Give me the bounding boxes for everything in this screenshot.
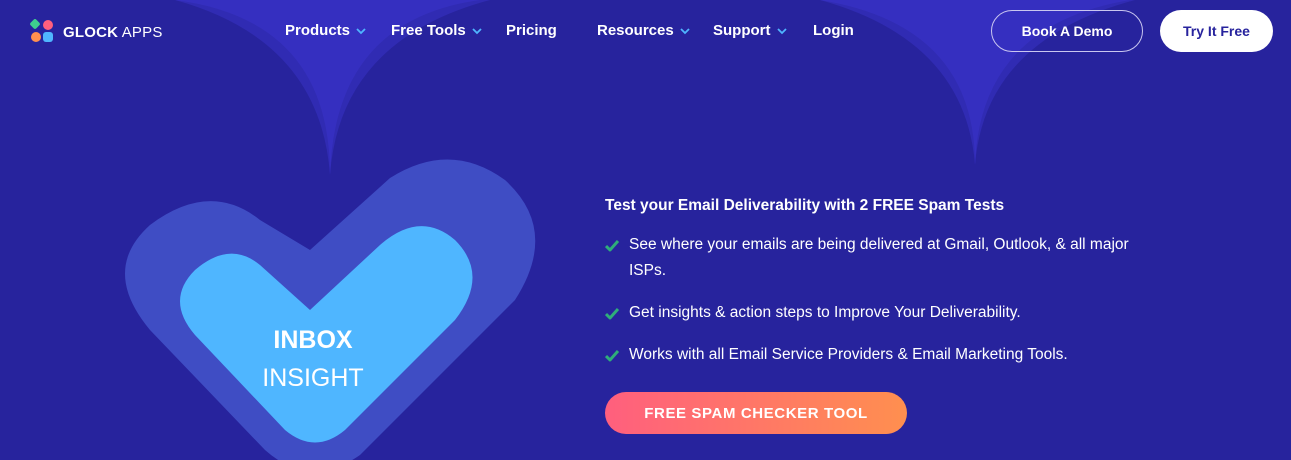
nav-pricing[interactable]: Pricing bbox=[506, 22, 557, 39]
brand-name-light: APPS bbox=[118, 23, 163, 41]
feature-text: See where your emails are being delivere… bbox=[629, 236, 1129, 279]
feature-item: Works with all Email Service Providers &… bbox=[605, 342, 1068, 368]
nav-resources[interactable]: Resources bbox=[597, 22, 690, 39]
nav-login-label: Login bbox=[813, 22, 854, 39]
nav-free-tools[interactable]: Free Tools bbox=[391, 22, 482, 39]
chevron-down-icon bbox=[356, 27, 366, 34]
nav-free-tools-label: Free Tools bbox=[391, 22, 466, 39]
nav-support-label: Support bbox=[713, 22, 771, 39]
background-shapes bbox=[125, 0, 1135, 460]
free-spam-checker-button[interactable]: FREE SPAM CHECKER TOOL bbox=[605, 392, 907, 434]
logo-icon bbox=[29, 18, 55, 44]
brand-name: GLOCK APPS bbox=[63, 24, 163, 41]
feature-text: Get insights & action steps to Improve Y… bbox=[629, 304, 1021, 321]
book-demo-button[interactable]: Book A Demo bbox=[991, 10, 1143, 52]
chevron-down-icon bbox=[776, 27, 787, 34]
nav-support[interactable]: Support bbox=[713, 22, 787, 39]
nav-resources-label: Resources bbox=[597, 22, 674, 39]
check-icon bbox=[605, 308, 619, 320]
nav-products-label: Products bbox=[285, 22, 351, 39]
feature-item: See where your emails are being delivere… bbox=[605, 232, 1135, 284]
check-icon bbox=[605, 350, 619, 362]
nav-products[interactable]: Products bbox=[285, 22, 366, 39]
heart-title-line1: INBOX bbox=[273, 326, 353, 354]
feature-item: Get insights & action steps to Improve Y… bbox=[605, 300, 1021, 326]
hero-content: Test your Email Deliverability with 2 FR… bbox=[605, 196, 1165, 363]
hero-headline: Test your Email Deliverability with 2 FR… bbox=[605, 197, 1005, 214]
nav-login[interactable]: Login bbox=[813, 22, 854, 39]
heart-title-line2: INSIGHT bbox=[262, 364, 364, 392]
chevron-down-icon bbox=[680, 27, 690, 34]
feature-text: Works with all Email Service Providers &… bbox=[629, 346, 1068, 363]
try-free-button[interactable]: Try It Free bbox=[1160, 10, 1273, 52]
nav-pricing-label: Pricing bbox=[506, 22, 557, 39]
brand-logo[interactable]: GLOCK APPS bbox=[29, 18, 163, 44]
check-icon bbox=[605, 240, 619, 252]
chevron-down-icon bbox=[472, 27, 482, 34]
brand-name-bold: GLOCK bbox=[63, 23, 119, 41]
